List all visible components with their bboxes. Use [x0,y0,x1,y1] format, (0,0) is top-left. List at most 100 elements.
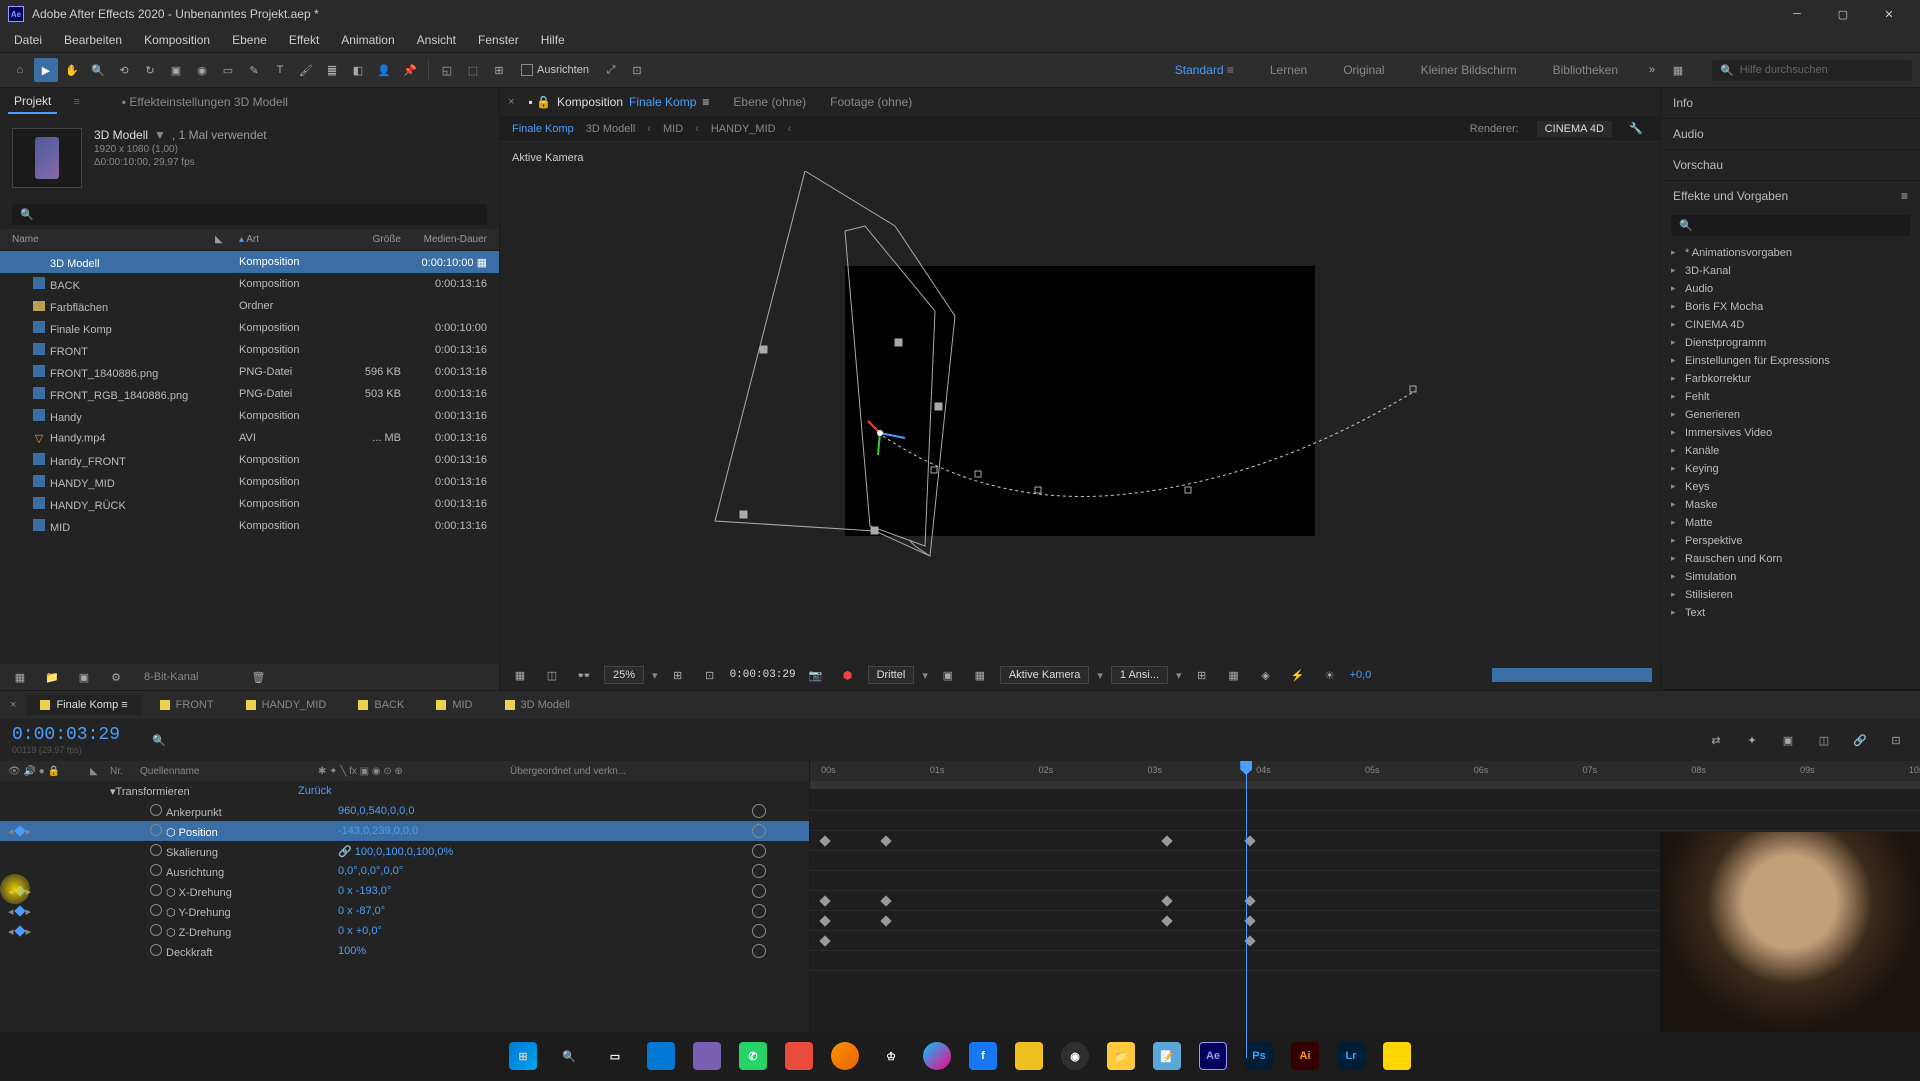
col-dur[interactable]: Medien-Dauer [409,234,499,245]
effect-category[interactable]: Rauschen und Korn [1661,550,1920,568]
tl-tab[interactable]: MID [422,695,486,715]
maximize-button[interactable]: ▢ [1820,0,1866,28]
search-button[interactable]: 🔍 [549,1036,589,1076]
keyframe[interactable] [819,835,830,846]
menu-fenster[interactable]: Fenster [468,30,529,50]
obs[interactable]: ◉ [1055,1036,1095,1076]
effect-category[interactable]: Einstellungen für Expressions [1661,352,1920,370]
project-item[interactable]: FarbflächenOrdner [0,295,499,317]
audio-panel[interactable]: Audio [1661,119,1920,149]
tl-property[interactable]: ◂ ▸⬡ Z-Drehung0 x +0,0° [0,921,809,941]
keyframe[interactable] [880,895,891,906]
tl-search-icon[interactable]: 🔍 [152,734,166,747]
effect-category[interactable]: Stilisieren [1661,586,1920,604]
crumb[interactable]: Finale Komp [512,123,574,135]
project-item[interactable]: BACKKomposition0:00:13:16 [0,273,499,295]
tl-close[interactable]: × [4,699,22,711]
hand-tool[interactable]: ✋ [60,58,84,82]
aftereffects[interactable]: Ae [1193,1036,1233,1076]
mode-btn2[interactable]: ⬚ [461,58,485,82]
tl-tab[interactable]: BACK [344,695,418,715]
tl-btn2[interactable]: ✦ [1740,728,1764,752]
roi-btn[interactable]: ▣ [936,663,960,687]
preview-panel[interactable]: Vorschau [1661,150,1920,180]
footage-tab[interactable]: Footage (ohne) [820,91,922,113]
type-tool[interactable]: T [268,58,292,82]
tl-property[interactable]: Ausrichtung0,0°,0,0°,0,0° [0,861,809,881]
tl-btn5[interactable]: 🔗 [1848,728,1872,752]
project-item[interactable]: MIDKomposition0:00:13:16 [0,515,499,537]
keyframe[interactable] [1161,895,1172,906]
app4[interactable]: ♔ [871,1036,911,1076]
effects-panel[interactable]: Effekte und Vorgaben [1673,189,1788,203]
effects-search[interactable]: 🔍 [1671,215,1910,236]
app5[interactable] [1009,1036,1049,1076]
zoom-tool[interactable]: 🔍 [86,58,110,82]
project-item[interactable]: HANDY_MIDKomposition0:00:13:16 [0,471,499,493]
time-mark[interactable]: 06s [1474,765,1489,775]
snap-tool2[interactable]: ⊡ [625,58,649,82]
illustrator[interactable]: Ai [1285,1036,1325,1076]
workspace-bibliotheken[interactable]: Bibliotheken [1545,59,1626,81]
channel-btn[interactable]: ⬢ [836,663,860,687]
col-parent[interactable]: Übergeordnet und verkn... [510,766,690,777]
tl-btn4[interactable]: ◫ [1812,728,1836,752]
time-mark[interactable]: 02s [1039,765,1054,775]
tl-btn6[interactable]: ⊡ [1884,728,1908,752]
tl-tab[interactable]: Finale Komp ≡ [26,695,141,715]
interpret-btn[interactable]: ▦ [8,665,32,689]
vp-btn2[interactable]: ◫ [540,663,564,687]
crumb[interactable]: MID [663,123,683,135]
brush-tool[interactable]: 🖌 [294,58,318,82]
time-mark[interactable]: 03s [1147,765,1162,775]
app1[interactable] [641,1036,681,1076]
menu-effekt[interactable]: Effekt [279,30,329,50]
menu-ansicht[interactable]: Ansicht [407,30,466,50]
whatsapp[interactable]: ✆ [733,1036,773,1076]
exposure-value[interactable]: +0,0 [1350,669,1372,681]
tl-property[interactable]: Ankerpunkt960,0,540,0,0,0 [0,801,809,821]
effect-category[interactable]: Keys [1661,478,1920,496]
workspace-kleiner bildschirm[interactable]: Kleiner Bildschirm [1413,59,1525,81]
time-mark[interactable]: 05s [1365,765,1380,775]
tl-timecode[interactable]: 0:00:03:29 [12,725,120,745]
keyframe[interactable] [819,915,830,926]
workspace-original[interactable]: Original [1335,59,1392,81]
crumb[interactable]: 3D Modell [586,123,636,135]
trash-btn[interactable]: 🗑 [246,665,270,689]
time-mark[interactable]: 00s [821,765,836,775]
menu-bearbeiten[interactable]: Bearbeiten [54,30,132,50]
time-mark[interactable]: 10s [1909,765,1920,775]
project-tab[interactable]: Projekt [8,90,57,114]
puppet-tool[interactable]: 📌 [398,58,422,82]
facebook[interactable]: f [963,1036,1003,1076]
project-item[interactable]: Finale KompKomposition0:00:10:00 [0,317,499,339]
col-num[interactable]: Nr. [110,766,140,777]
effect-category[interactable]: Kanäle [1661,442,1920,460]
effect-category[interactable]: Dienstprogramm [1661,334,1920,352]
view-dropdown[interactable]: Aktive Kamera [1000,666,1090,684]
keyframe[interactable] [819,935,830,946]
kf-track[interactable] [810,811,1920,831]
effect-category[interactable]: Farbkorrektur [1661,370,1920,388]
snapshot-btn[interactable]: 📷 [804,663,828,687]
menu-animation[interactable]: Animation [331,30,404,50]
mode-btn1[interactable]: ◱ [435,58,459,82]
clone-tool[interactable]: ䷀ [320,58,344,82]
tl-property[interactable]: ▾TransformierenZurück [0,781,809,801]
effect-category[interactable]: Maske [1661,496,1920,514]
menu-komposition[interactable]: Komposition [134,30,220,50]
zoom-dropdown[interactable]: 25% [604,666,644,684]
keyframe[interactable] [1161,915,1172,926]
camera-tool[interactable]: ▣ [164,58,188,82]
renderer-settings[interactable]: 🔧 [1624,117,1648,141]
time-mark[interactable]: 08s [1691,765,1706,775]
res-dropdown[interactable]: Drittel [868,666,915,684]
renderer-value[interactable]: CINEMA 4D [1537,121,1612,137]
tl-btn1[interactable]: ⇄ [1704,728,1728,752]
tl-property[interactable]: Skalierung🔗 100,0,100,0,100,0% [0,841,809,861]
panel-menu-icon[interactable]: ≡ [1901,189,1908,203]
workspace-standard[interactable]: Standard ≡ [1167,59,1242,81]
col-type[interactable]: ▴ Art [239,234,339,245]
exposure-btn[interactable]: ☀ [1318,663,1342,687]
